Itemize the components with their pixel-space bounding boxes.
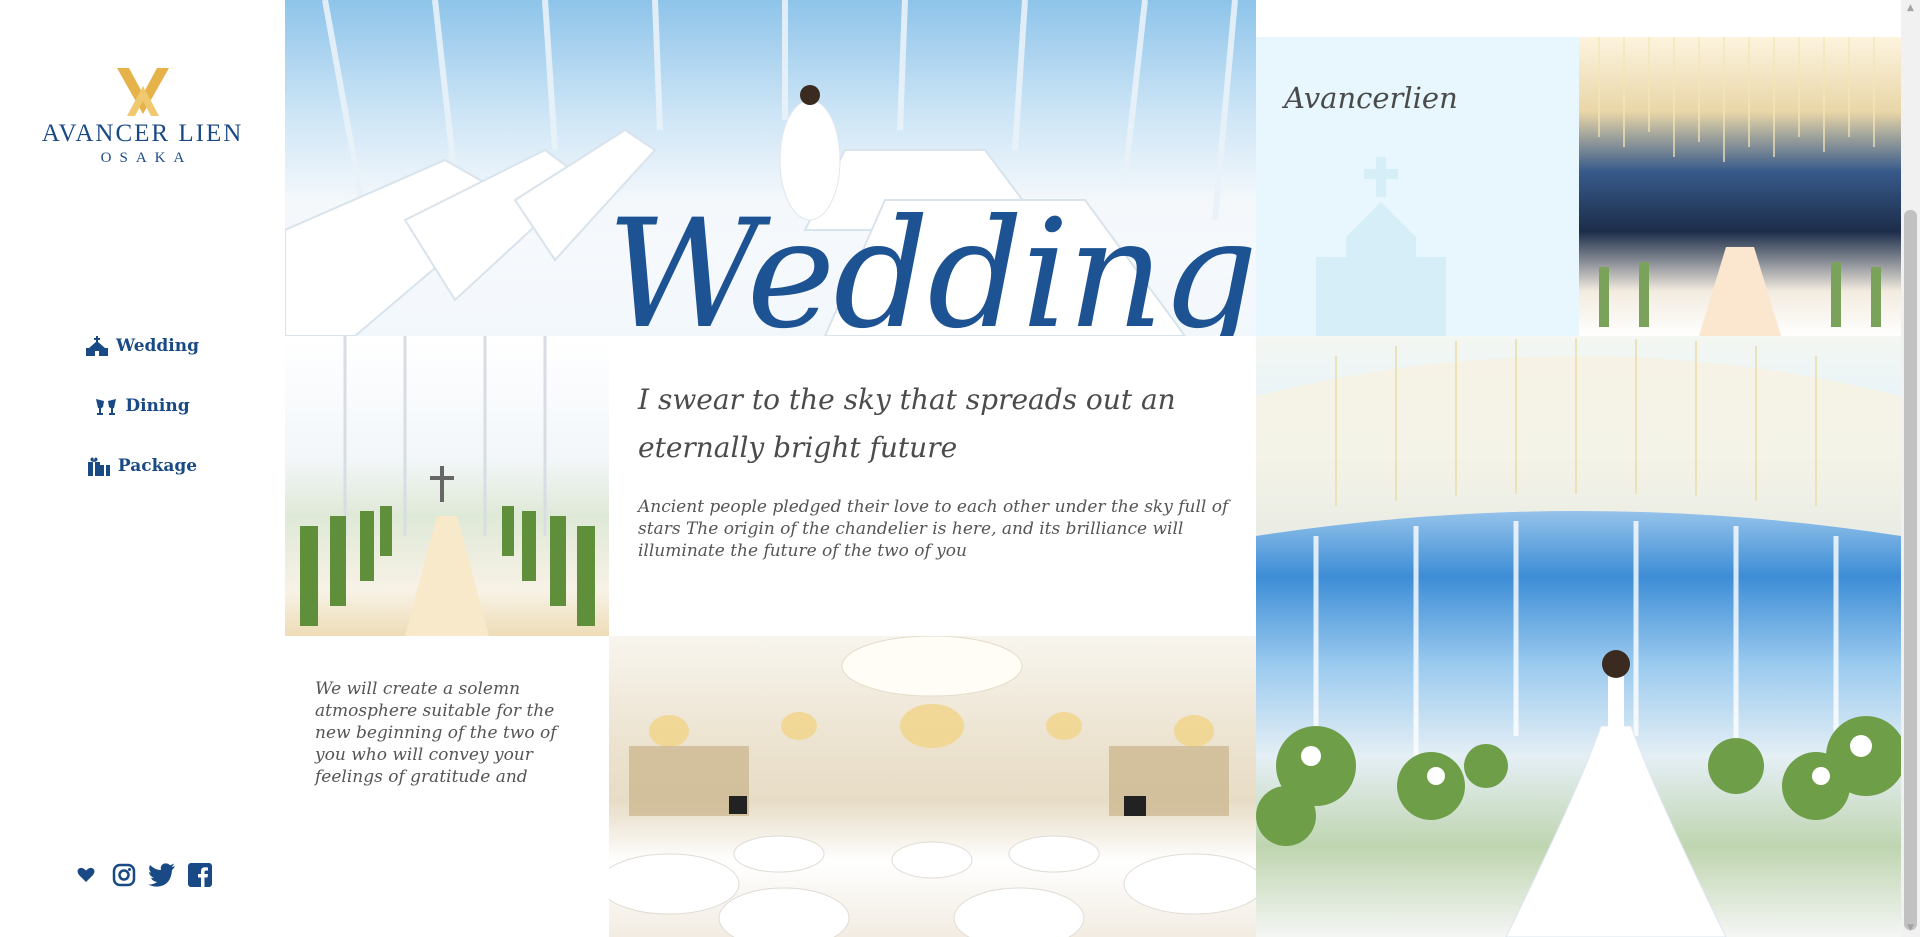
nav-item-dining[interactable]: Dining bbox=[0, 376, 285, 436]
feature-headline: I swear to the sky that spreads out an e… bbox=[638, 383, 1176, 464]
brand-name: AVANCER LIEN bbox=[41, 120, 244, 147]
banquet-hall-photo bbox=[609, 636, 1256, 937]
aisle-photo bbox=[285, 336, 609, 636]
nav-item-package[interactable]: Package bbox=[0, 436, 285, 496]
chandelier-strands bbox=[1598, 37, 1881, 336]
toast-glasses-icon bbox=[96, 399, 117, 415]
side-text-block: We will create a solemn atmosphere suita… bbox=[285, 636, 609, 937]
intro-card: Avancerlien bbox=[1256, 37, 1579, 336]
twitter-icon[interactable] bbox=[147, 860, 177, 890]
gifts-icon bbox=[87, 457, 110, 476]
nav-label-wedding: Wedding bbox=[116, 336, 199, 356]
chandelier-chapel-photo bbox=[1579, 37, 1901, 336]
scroll-thumb[interactable] bbox=[1904, 210, 1917, 930]
hero-title: Wedding bbox=[606, 188, 1256, 336]
nav-label-dining: Dining bbox=[125, 396, 190, 416]
intro-title: Avancerlien bbox=[1284, 81, 1458, 115]
double-chevron-logo-icon bbox=[116, 68, 169, 116]
sidebar: AVANCER LIEN OSAKA Wedding Dining Packag… bbox=[0, 0, 285, 937]
scroll-down-icon[interactable]: ▼ bbox=[1901, 920, 1920, 937]
main-nav: Wedding Dining Package bbox=[0, 316, 285, 496]
nav-label-package: Package bbox=[117, 456, 198, 476]
nav-item-wedding[interactable]: Wedding bbox=[0, 316, 285, 376]
brand-city: OSAKA bbox=[100, 150, 193, 166]
aisle-drawing bbox=[300, 336, 595, 636]
chapel-icon bbox=[86, 336, 108, 356]
feature-body: Ancient people pledged their love to eac… bbox=[638, 497, 1229, 561]
scroll-up-icon[interactable]: ▲ bbox=[1901, 0, 1920, 17]
facebook-icon[interactable] bbox=[185, 860, 215, 890]
bride-drawing bbox=[1256, 338, 1901, 937]
feature-text-block: I swear to the sky that spreads out an e… bbox=[609, 336, 1256, 636]
banquet-drawing bbox=[609, 636, 1256, 937]
instagram-icon[interactable] bbox=[109, 860, 139, 890]
hero-chapel-photo: Wedding bbox=[285, 0, 1256, 336]
bride-chandelier-photo bbox=[1256, 336, 1901, 937]
top-spacer bbox=[1256, 0, 1901, 37]
side-copy: We will create a solemn atmosphere suita… bbox=[315, 679, 557, 787]
social-links bbox=[0, 860, 285, 890]
heart-icon[interactable] bbox=[71, 860, 101, 890]
brand-logo[interactable]: AVANCER LIEN OSAKA bbox=[0, 68, 285, 167]
